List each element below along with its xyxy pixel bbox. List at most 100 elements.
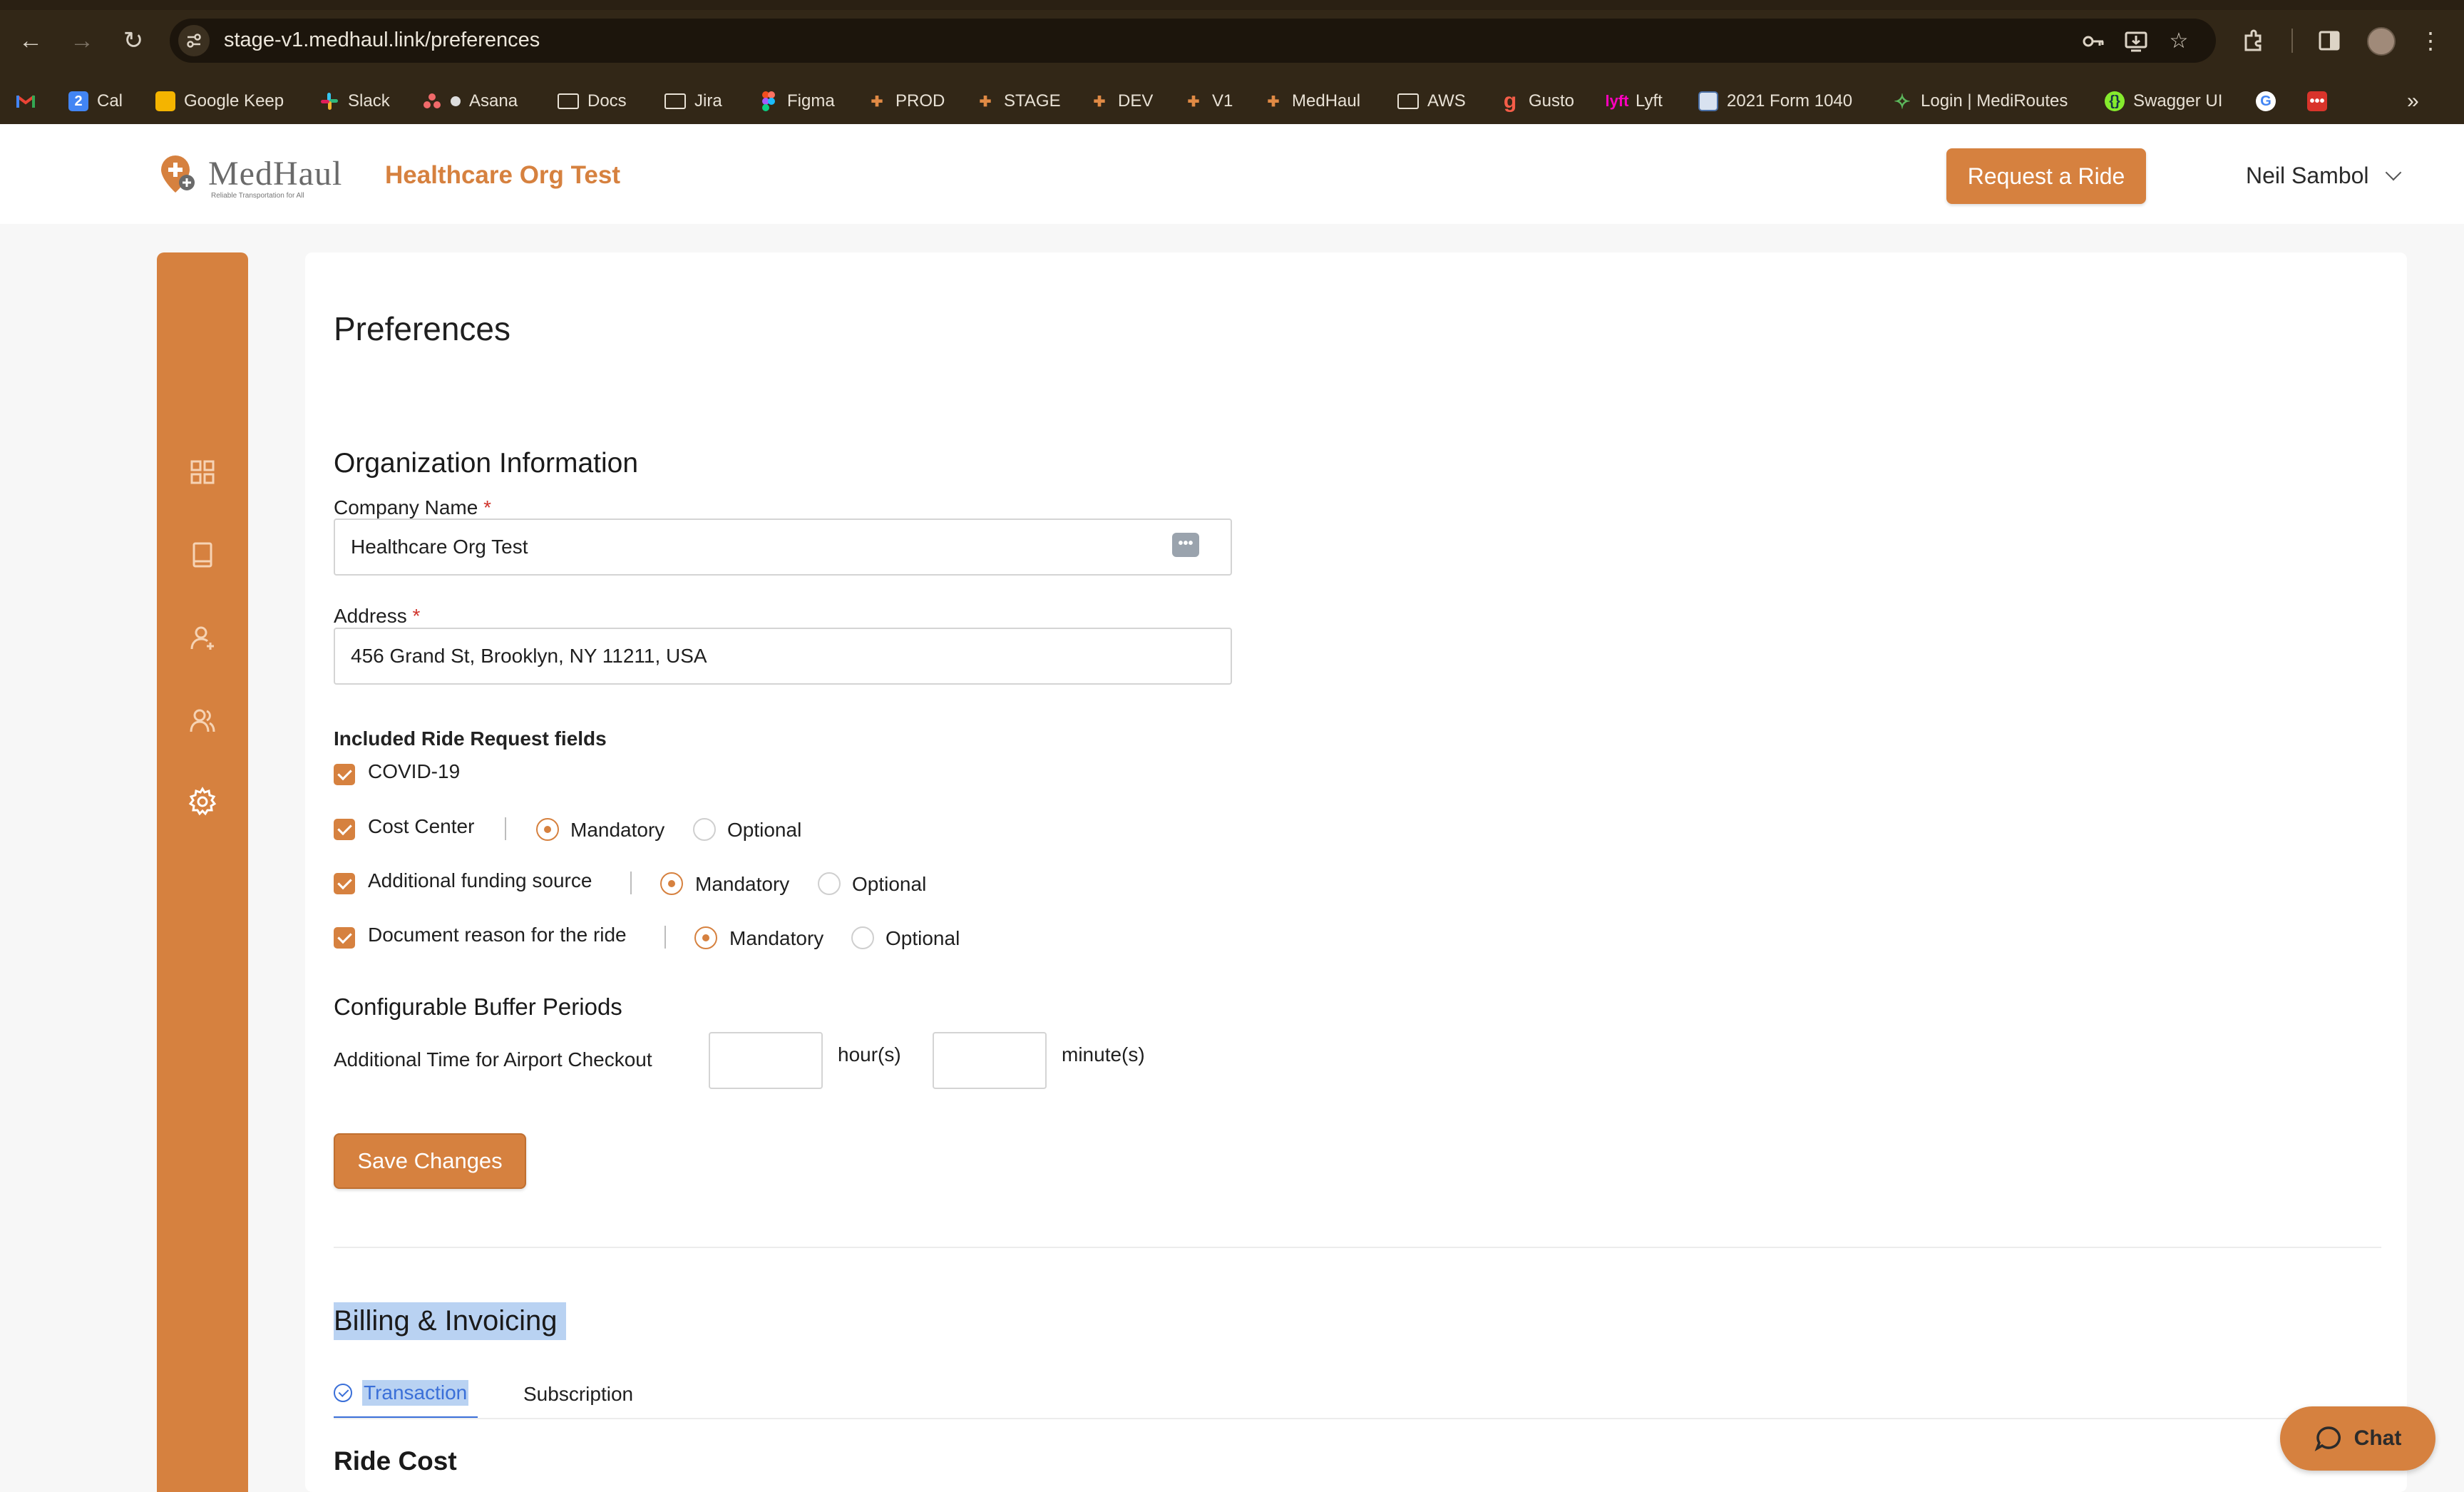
back-icon[interactable]: ← <box>14 24 47 57</box>
document-reason-label: Document reason for the ride <box>368 924 627 946</box>
tab-strip <box>0 0 2464 10</box>
bookmark-asana[interactable]: Asana <box>422 87 518 116</box>
document-reason-checkbox[interactable] <box>334 927 355 949</box>
add-user-icon[interactable] <box>185 620 220 655</box>
bookmark-cal[interactable]: 2 Cal <box>68 87 123 116</box>
tab-subscription[interactable]: Subscription <box>523 1369 633 1419</box>
bookmark-figma[interactable]: Figma <box>759 87 835 116</box>
bookmarks-bar: 2 Cal Google Keep Slack Asana Docs Jira … <box>0 78 2464 124</box>
minutes-input[interactable] <box>933 1032 1047 1089</box>
check-circle-icon <box>334 1384 352 1402</box>
lyft-icon: lyft <box>1605 92 1629 110</box>
chevron-down-icon <box>2385 164 2401 180</box>
hours-unit-label: hour(s) <box>838 1043 901 1066</box>
separator <box>664 926 666 949</box>
dashboard-icon[interactable] <box>185 455 220 489</box>
bookmark-docs[interactable]: Docs <box>558 87 627 116</box>
mediroutes-icon: ✧ <box>1894 90 1911 113</box>
optional-label: Optional <box>852 873 927 895</box>
bookmark-swagger[interactable]: {} Swagger UI <box>2105 87 2222 116</box>
form-icon <box>1698 91 1718 111</box>
medhaul-icon: ✚ <box>1187 93 1200 110</box>
funding-source-checkbox[interactable] <box>334 873 355 894</box>
browser-menu-icon[interactable]: ⋮ <box>2414 24 2447 57</box>
funding-source-mandatory-radio[interactable] <box>660 872 683 895</box>
chat-bubble-icon <box>2314 1426 2341 1451</box>
covid-label: COVID-19 <box>368 760 461 782</box>
company-name-input[interactable] <box>334 518 1232 576</box>
save-changes-button[interactable]: Save Changes <box>334 1133 526 1189</box>
folder-icon <box>664 93 686 109</box>
mandatory-label: Mandatory <box>695 873 790 895</box>
bookmark-google[interactable]: G <box>2256 87 2276 116</box>
forward-icon[interactable]: → <box>66 24 98 57</box>
autofill-icon[interactable]: ••• <box>1172 533 1199 557</box>
cost-center-checkbox[interactable] <box>334 819 355 840</box>
browser-toolbar: ← → ↻ stage-v1.medhaul.link/preferences … <box>0 0 2464 78</box>
tab-label: Subscription <box>523 1383 634 1405</box>
hours-input[interactable] <box>709 1032 823 1089</box>
settings-gear-icon[interactable] <box>185 785 220 819</box>
bookmark-gmail[interactable] <box>16 87 36 116</box>
toolbar-divider <box>2291 29 2293 53</box>
mandatory-label: Mandatory <box>570 819 665 841</box>
extensions-icon[interactable] <box>2237 24 2270 57</box>
mandatory-label: Mandatory <box>729 927 824 949</box>
install-app-icon[interactable] <box>2123 29 2149 54</box>
org-name: Healthcare Org Test <box>385 161 621 189</box>
app-icon: ••• <box>2307 91 2327 111</box>
folder-icon <box>558 93 579 109</box>
bookmark-slack[interactable]: Slack <box>319 87 390 116</box>
bookmark-medhaul[interactable]: ✚ MedHaul <box>1263 87 1360 116</box>
document-reason-optional-radio[interactable] <box>851 926 874 949</box>
bookmark-v1[interactable]: ✚ V1 <box>1184 87 1233 116</box>
slack-icon <box>319 91 339 111</box>
bookmark-aws[interactable]: AWS <box>1397 87 1466 116</box>
site-settings-icon[interactable] <box>178 25 210 56</box>
bookmark-red-app[interactable]: ••• <box>2307 87 2327 116</box>
medhaul-icon: ✚ <box>1267 93 1280 110</box>
tab-transaction[interactable]: Transaction <box>334 1369 478 1419</box>
folder-icon <box>1397 93 1419 109</box>
medhaul-logo-icon[interactable] <box>155 153 198 195</box>
optional-label: Optional <box>885 927 960 949</box>
bookmark-star-icon[interactable]: ☆ <box>2166 29 2192 54</box>
bookmark-gusto[interactable]: g Gusto <box>1500 87 1574 116</box>
key-icon[interactable] <box>2080 29 2106 54</box>
document-reason-mandatory-radio[interactable] <box>694 926 717 949</box>
reload-icon[interactable]: ↻ <box>117 24 150 57</box>
app-header: MedHaul Reliable Transportation for All … <box>0 124 2464 224</box>
users-icon[interactable] <box>185 703 220 737</box>
swagger-icon: {} <box>2105 91 2125 111</box>
bookmark-lyft[interactable]: lyft Lyft <box>1605 87 1663 116</box>
bookmark-mediroutes[interactable]: ✧ Login | MediRoutes <box>1892 87 2068 116</box>
bookmark-jira[interactable]: Jira <box>664 87 722 116</box>
address-input[interactable] <box>334 628 1232 685</box>
google-icon: G <box>2256 91 2276 111</box>
preferences-card <box>305 252 2407 1492</box>
url-text[interactable]: stage-v1.medhaul.link/preferences <box>224 29 540 52</box>
bookmark-prod[interactable]: ✚ PROD <box>867 87 945 116</box>
side-panel-icon[interactable] <box>2313 24 2346 57</box>
cost-center-optional-radio[interactable] <box>693 818 716 841</box>
bookmark-form-1040[interactable]: 2021 Form 1040 <box>1698 87 1852 116</box>
bookmark-dev[interactable]: ✚ DEV <box>1089 87 1154 116</box>
ride-cost-title: Ride Cost <box>334 1446 457 1476</box>
funding-source-optional-radio[interactable] <box>818 872 841 895</box>
bookmark-stage[interactable]: ✚ STAGE <box>975 87 1061 116</box>
gusto-icon: g <box>1503 89 1517 113</box>
address-bar[interactable]: stage-v1.medhaul.link/preferences ☆ <box>170 19 2216 63</box>
separator <box>630 872 632 894</box>
cost-center-mandatory-radio[interactable] <box>536 818 559 841</box>
bookmark-google-keep[interactable]: Google Keep <box>155 87 284 116</box>
profile-avatar[interactable] <box>2367 27 2396 56</box>
chat-button[interactable]: Chat <box>2280 1406 2435 1471</box>
required-mark: * <box>412 605 421 627</box>
tabs-divider <box>334 1418 2381 1419</box>
covid-checkbox[interactable] <box>334 764 355 785</box>
book-icon[interactable] <box>185 538 220 572</box>
request-ride-button[interactable]: Request a Ride <box>1946 148 2146 204</box>
more-bookmarks-icon[interactable]: » <box>2407 87 2419 116</box>
user-menu[interactable]: Neil Sambol <box>2246 163 2401 189</box>
separator <box>505 817 506 840</box>
